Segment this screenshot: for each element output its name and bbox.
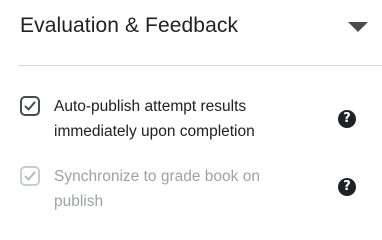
caret-down-icon[interactable] [348, 22, 368, 32]
checkmark-icon [24, 171, 36, 181]
sync-gradebook-label: Synchronize to grade book on publish [54, 168, 260, 210]
divider [18, 65, 382, 66]
panel-title: Evaluation & Feedback [20, 14, 239, 37]
sync-gradebook-checkbox[interactable] [20, 166, 40, 186]
checkmark-icon [24, 101, 36, 111]
auto-publish-checkbox[interactable] [20, 96, 40, 116]
question-circle-icon[interactable]: ? [338, 178, 356, 196]
auto-publish-label: Auto-publish attempt results immediately… [54, 98, 255, 140]
question-circle-icon[interactable]: ? [338, 110, 356, 128]
evaluation-feedback-panel-header[interactable]: Evaluation & Feedback [0, 0, 382, 52]
